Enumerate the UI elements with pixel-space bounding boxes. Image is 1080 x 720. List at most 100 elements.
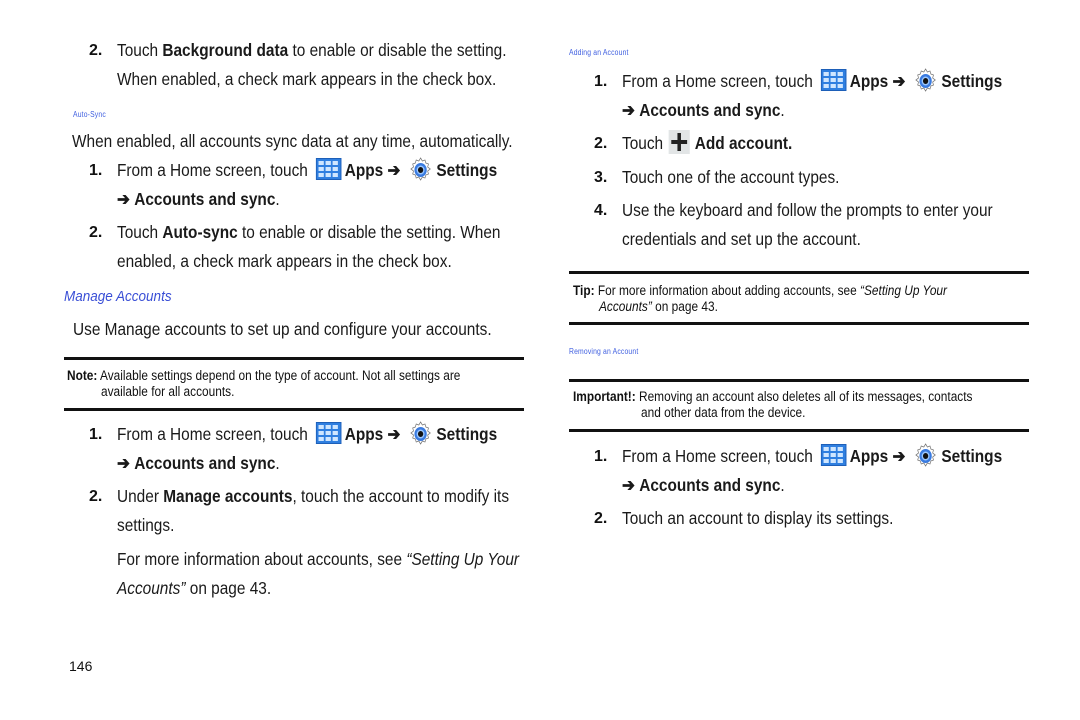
apps-icon	[820, 69, 847, 91]
settings-label: Settings	[941, 71, 1003, 91]
note-line1: Note: Available settings depend on the t…	[67, 368, 460, 384]
step-text-line2: credentials and set up the account.	[622, 229, 861, 249]
step-text: Touch one of the account types.	[622, 167, 840, 187]
accounts-and-sync: Accounts and sync	[639, 475, 781, 495]
arrow: ➔	[387, 424, 401, 444]
divider	[569, 322, 1029, 325]
step-number: 1.	[89, 162, 103, 179]
bold-term: Auto-sync	[162, 222, 238, 242]
more-info-line2: Accounts” on page 43.	[117, 574, 271, 603]
arrow: ➔	[117, 189, 130, 209]
text: Available settings depend on the type of…	[97, 368, 461, 383]
text: .	[780, 100, 785, 120]
step-number: 2.	[594, 510, 608, 527]
settings-gear-icon	[915, 443, 936, 467]
step-text-line2: ➔ Accounts and sync.	[117, 449, 280, 478]
text: to enable or disable the setting. When	[237, 222, 501, 242]
text: .	[275, 453, 280, 473]
cross-reference-link[interactable]: “Setting Up Your	[406, 549, 519, 569]
text: .	[780, 475, 785, 495]
arrow: ➔	[622, 100, 635, 120]
text: From a Home screen, touch	[622, 446, 813, 466]
bold-term: Background data	[162, 40, 289, 60]
arrow: ➔	[117, 453, 130, 473]
step-number: 2.	[89, 488, 103, 505]
arrow: ➔	[622, 475, 635, 495]
step-text-line2: ➔ Accounts and sync.	[622, 96, 785, 125]
text: Touch	[117, 40, 163, 60]
cross-reference-link[interactable]: “Setting Up Your	[860, 283, 947, 298]
step-text: From a Home screen, touch Apps ➔ Setting…	[117, 156, 497, 185]
cross-reference-link[interactable]: Accounts”	[117, 578, 185, 598]
important-label: Important!:	[573, 389, 636, 404]
divider	[569, 429, 1029, 432]
settings-label: Settings	[436, 424, 498, 444]
important-line1: Important!: Removing an account also del…	[573, 389, 972, 405]
apps-icon	[315, 158, 342, 180]
text: Under	[117, 486, 164, 506]
tip-line1: Tip: For more information about adding a…	[573, 283, 947, 299]
step-text-line2: ➔ Accounts and sync.	[622, 471, 785, 500]
step-number: 1.	[594, 73, 608, 90]
text: on page 43.	[651, 299, 718, 314]
text: From a Home screen, touch	[622, 71, 813, 91]
text: For more information about adding accoun…	[594, 283, 861, 298]
text: , touch the account to modify its	[292, 486, 510, 506]
step-number: 1.	[594, 448, 608, 465]
step-number: 4.	[594, 202, 608, 219]
divider	[64, 357, 524, 360]
text: From a Home screen, touch	[117, 424, 308, 444]
apps-label: Apps	[849, 71, 889, 91]
divider	[64, 408, 524, 411]
text: to enable or disable the setting.	[288, 40, 507, 60]
text: Touch	[117, 222, 163, 242]
step-text: From a Home screen, touch Apps ➔ Setting…	[117, 420, 497, 449]
accounts-and-sync: Accounts and sync	[134, 189, 276, 209]
step-text: From a Home screen, touch Apps ➔ Setting…	[622, 67, 1002, 96]
arrow: ➔	[387, 160, 401, 180]
note-label: Note:	[67, 368, 98, 383]
step-text-line2: ➔ Accounts and sync.	[117, 185, 280, 214]
section-heading-removing-account: Removing an Account	[569, 347, 639, 356]
settings-gear-icon	[410, 421, 431, 445]
step-number: 1.	[89, 426, 103, 443]
arrow: ➔	[892, 446, 906, 466]
section-heading-manage-accounts: Manage Accounts	[64, 288, 172, 305]
step-text: Touch Background data to enable or disab…	[117, 36, 506, 65]
divider	[569, 379, 1029, 382]
text: From a Home screen, touch	[117, 160, 308, 180]
step-text-line2: When enabled, a check mark appears in th…	[117, 69, 497, 89]
add-account-label: Add account.	[694, 133, 793, 153]
tip-line2: Accounts” on page 43.	[599, 299, 718, 315]
important-line2: and other data from the device.	[641, 405, 806, 420]
step-text: Touch Auto-sync to enable or disable the…	[117, 218, 501, 247]
apps-icon	[315, 422, 342, 444]
step-text: Touch Add account.	[622, 129, 792, 158]
text: on page 43.	[185, 578, 272, 598]
divider	[569, 271, 1029, 274]
section-heading-adding-account: Adding an Account	[569, 48, 629, 57]
text: .	[275, 189, 280, 209]
step-text: Under Manage accounts, touch the account…	[117, 482, 509, 511]
cross-reference-link[interactable]: Accounts”	[599, 299, 652, 314]
note-line2: available for all accounts.	[101, 384, 235, 399]
bold-term: Manage accounts	[163, 486, 293, 506]
settings-gear-icon	[410, 157, 431, 181]
step-text-line2: settings.	[117, 515, 175, 535]
settings-label: Settings	[436, 160, 498, 180]
apps-label: Apps	[344, 160, 384, 180]
step-text: Use the keyboard and follow the prompts …	[622, 200, 993, 220]
arrow: ➔	[892, 71, 906, 91]
apps-label: Apps	[344, 424, 384, 444]
page-number: 146	[69, 658, 93, 674]
text: For more information about accounts, see	[117, 549, 407, 569]
add-plus-icon	[668, 130, 690, 154]
accounts-and-sync: Accounts and sync	[639, 100, 781, 120]
settings-label: Settings	[941, 446, 1003, 466]
step-number: 2.	[89, 224, 103, 241]
apps-label: Apps	[849, 446, 889, 466]
step-text: Touch an account to display its settings…	[622, 508, 894, 528]
auto-sync-intro: When enabled, all accounts sync data at …	[72, 131, 513, 151]
text: Touch	[622, 133, 664, 153]
settings-gear-icon	[915, 68, 936, 92]
